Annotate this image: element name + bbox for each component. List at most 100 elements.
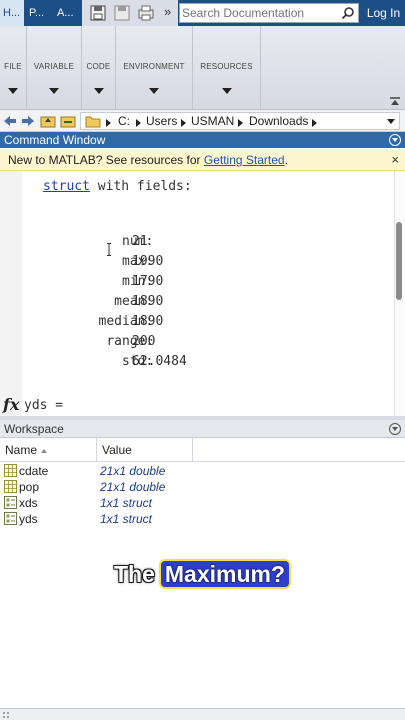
panel-actions-icon[interactable] bbox=[389, 423, 401, 435]
breadcrumb-usman[interactable]: USMAN bbox=[191, 114, 234, 128]
variable-name: pop bbox=[19, 480, 40, 494]
ribbon-group-label: VARIABLE bbox=[33, 62, 75, 71]
column-header-name[interactable]: Name bbox=[0, 438, 97, 462]
search-input[interactable] bbox=[182, 5, 332, 21]
command-prompt[interactable]: yds = bbox=[24, 398, 63, 413]
struct-header-text: with fields: bbox=[89, 179, 192, 194]
current-folder-path[interactable]: C: Users USMAN Downloads bbox=[80, 112, 400, 130]
path-separator-icon bbox=[181, 119, 186, 127]
ribbon-group-environment[interactable]: ENVIRONMENT bbox=[116, 26, 193, 110]
field-value: 1890 bbox=[132, 294, 164, 309]
workspace-header: Workspace bbox=[0, 420, 405, 438]
variable-name: cdate bbox=[19, 464, 49, 478]
address-bar: C: Users USMAN Downloads bbox=[0, 110, 405, 132]
ribbon-group-file[interactable]: FILE bbox=[0, 26, 27, 110]
table-row[interactable]: pop 21x1 double bbox=[0, 479, 405, 495]
path-dropdown-icon[interactable] bbox=[387, 119, 395, 124]
field-value: 62.0484 bbox=[132, 354, 187, 369]
variable-value: 21x1 double bbox=[100, 480, 166, 494]
matrix-icon bbox=[4, 464, 17, 477]
ribbon-group-label: RESOURCES bbox=[200, 62, 253, 71]
function-browser-icon[interactable]: fx bbox=[3, 395, 19, 414]
path-separator-icon bbox=[136, 119, 141, 127]
field-value: 1990 bbox=[132, 254, 164, 269]
save-icon[interactable] bbox=[112, 3, 132, 23]
field-value: 1790 bbox=[132, 274, 164, 289]
column-header-label: Value bbox=[102, 443, 132, 457]
command-window-header: Command Window bbox=[0, 132, 405, 148]
column-header-value[interactable]: Value bbox=[97, 438, 193, 462]
notice-end: . bbox=[284, 153, 288, 167]
ribbon-group-label: FILE bbox=[4, 62, 22, 71]
command-window-output[interactable]: struct with fields: num: 21 max: 1990 min:… bbox=[0, 171, 405, 416]
close-icon[interactable]: × bbox=[391, 149, 399, 171]
struct-link[interactable]: struct bbox=[43, 179, 90, 194]
text-cursor-icon bbox=[107, 243, 111, 256]
title-bar: H... P... A... » Log In bbox=[0, 0, 405, 26]
collapse-ribbon-icon[interactable] bbox=[389, 96, 401, 106]
field-value: 1890 bbox=[132, 314, 164, 329]
more-tools-button[interactable]: » bbox=[164, 3, 171, 21]
up-folder-icon[interactable] bbox=[40, 113, 56, 129]
video-caption: The Maximum? bbox=[114, 558, 292, 590]
print-icon[interactable] bbox=[136, 3, 156, 23]
tab-plots[interactable]: P... bbox=[26, 0, 52, 26]
variable-value: 21x1 double bbox=[100, 464, 166, 478]
ribbon-group-variable[interactable]: VARIABLE bbox=[27, 26, 82, 110]
forward-arrow-icon[interactable] bbox=[20, 113, 36, 129]
path-separator-icon bbox=[312, 119, 317, 127]
struct-field: std: 62.0484 bbox=[22, 339, 187, 384]
search-icon[interactable] bbox=[341, 6, 355, 20]
resize-grip-icon[interactable] bbox=[2, 711, 10, 719]
table-row[interactable]: yds 1x1 struct bbox=[0, 511, 405, 527]
breadcrumb-drive[interactable]: C: bbox=[118, 114, 130, 128]
chevron-down-icon bbox=[93, 88, 104, 94]
scrollbar-thumb[interactable] bbox=[396, 222, 402, 300]
search-box bbox=[179, 3, 359, 23]
column-header-label: Name bbox=[5, 443, 38, 457]
folder-icon bbox=[85, 116, 101, 128]
ribbon-group-code[interactable]: CODE bbox=[82, 26, 116, 110]
path-separator-icon bbox=[238, 119, 243, 127]
matrix-icon bbox=[4, 480, 17, 493]
status-bar bbox=[0, 708, 405, 720]
tab-apps[interactable]: A... bbox=[54, 0, 80, 26]
variable-name: xds bbox=[19, 496, 38, 510]
table-row[interactable]: cdate 21x1 double bbox=[0, 463, 405, 479]
getting-started-notice: New to MATLAB? See resources for Getting… bbox=[0, 149, 405, 171]
column-header-empty bbox=[193, 438, 405, 462]
variable-value: 1x1 struct bbox=[100, 496, 153, 510]
command-window-title: Command Window bbox=[4, 133, 106, 147]
chevron-down-icon bbox=[221, 88, 232, 94]
struct-header: struct with fields: bbox=[43, 179, 192, 194]
field-value: 200 bbox=[132, 334, 156, 349]
caption-highlight: Maximum? bbox=[158, 559, 292, 589]
variable-name: yds bbox=[19, 512, 38, 526]
breadcrumb-users[interactable]: Users bbox=[146, 114, 177, 128]
struct-icon bbox=[4, 496, 17, 509]
ribbon-group-label: CODE bbox=[86, 62, 111, 71]
chevron-down-icon bbox=[49, 88, 59, 94]
back-arrow-icon[interactable] bbox=[2, 113, 18, 129]
variable-value: 1x1 struct bbox=[100, 512, 153, 526]
chevron-down-icon bbox=[149, 88, 159, 94]
field-value: 21 bbox=[132, 234, 148, 249]
ribbon: FILE VARIABLE CODE ENVIRONMENT RESOURCES bbox=[0, 26, 405, 110]
panel-actions-icon[interactable] bbox=[389, 134, 401, 146]
notice-text: New to MATLAB? See resources for bbox=[8, 153, 204, 167]
ribbon-group-resources[interactable]: RESOURCES bbox=[193, 26, 261, 110]
breadcrumb-downloads[interactable]: Downloads bbox=[249, 114, 308, 128]
quick-access-toolbar: » bbox=[82, 0, 178, 26]
workspace-title: Workspace bbox=[4, 422, 64, 436]
getting-started-link[interactable]: Getting Started bbox=[204, 153, 285, 167]
table-row[interactable]: xds 1x1 struct bbox=[0, 495, 405, 511]
path-separator-icon bbox=[106, 119, 111, 127]
sort-ascending-icon bbox=[41, 448, 48, 453]
chevron-down-icon bbox=[8, 88, 18, 94]
save-all-icon[interactable] bbox=[88, 3, 108, 23]
login-button[interactable]: Log In bbox=[362, 0, 405, 26]
tab-home[interactable]: H... bbox=[0, 0, 24, 26]
struct-icon bbox=[4, 512, 17, 525]
browse-folder-icon[interactable] bbox=[60, 113, 76, 129]
caption-text: The bbox=[114, 561, 155, 587]
